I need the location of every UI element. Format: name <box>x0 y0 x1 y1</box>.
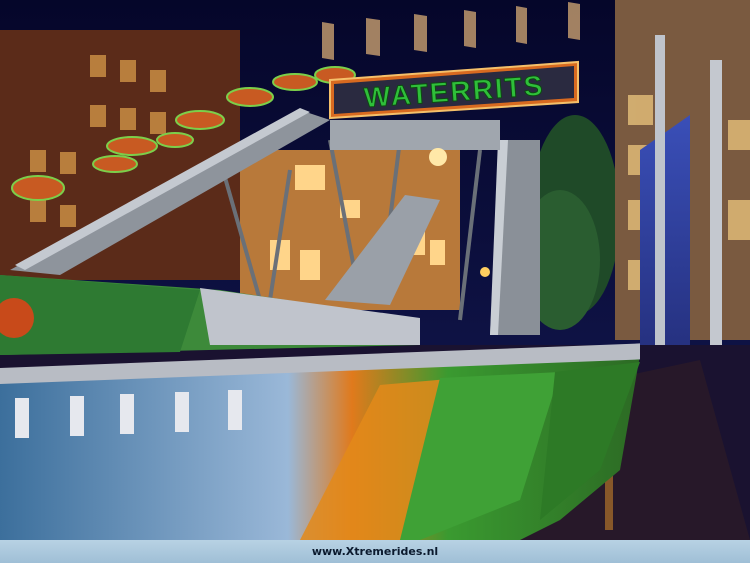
watermark-text: www.Xtremerides.nl <box>311 545 439 558</box>
street-lamp <box>429 148 447 166</box>
photo-scene: WATERRITS <box>0 0 750 563</box>
left-building <box>0 30 240 280</box>
support-pole <box>655 35 665 355</box>
watermark-bar: www.Xtremerides.nl <box>0 540 750 563</box>
front-boat <box>0 343 640 540</box>
upper-platform <box>330 120 500 150</box>
